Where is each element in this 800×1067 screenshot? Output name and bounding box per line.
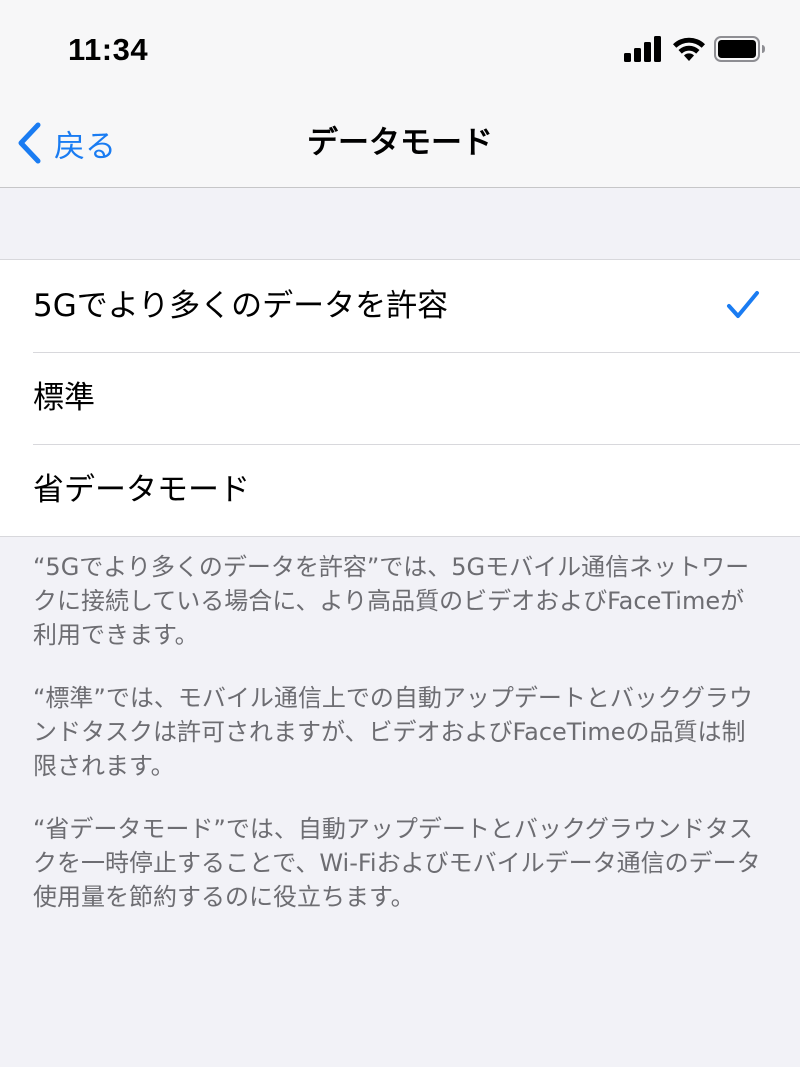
option-allow-more-data-5g[interactable]: 5Gでより多くのデータを許容 [0,260,800,352]
data-mode-screen: 11:34 戻る データモード 5Gでより多くのデータを許容 標準 省データモー… [0,0,800,1067]
option-label: 省データモード [33,472,250,508]
option-label: 5Gでより多くのデータを許容 [33,288,449,324]
status-icons [624,36,765,66]
status-time: 11:34 [68,32,149,67]
option-label: 標準 [33,380,95,416]
checkmark-icon [727,291,759,318]
footer-descriptions: “5Gでより多くのデータを許容”では、5Gモバイル通信ネットワークに接続している… [33,550,768,943]
description-standard: “標準”では、モバイル通信上での自動アップデートとバックグラウンドタスクは許可さ… [33,684,753,780]
option-low-data-mode[interactable]: 省データモード [0,444,800,536]
wifi-icon [673,37,705,61]
status-bar: 11:34 [0,0,800,100]
cellular-signal-icon [624,36,661,62]
page-title: データモード [307,125,493,161]
option-standard[interactable]: 標準 [0,352,800,444]
navigation-bar: 戻る データモード [0,100,800,188]
description-allow-more-data: “5Gでより多くのデータを許容”では、5Gモバイル通信ネットワークに接続している… [33,553,750,649]
data-mode-options: 5Gでより多くのデータを許容 標準 省データモード [0,259,800,537]
battery-icon [714,36,765,62]
description-low-data-mode: “省データモード”では、自動アップデートとバックグラウンドタスクを一時停止するこ… [33,815,761,911]
